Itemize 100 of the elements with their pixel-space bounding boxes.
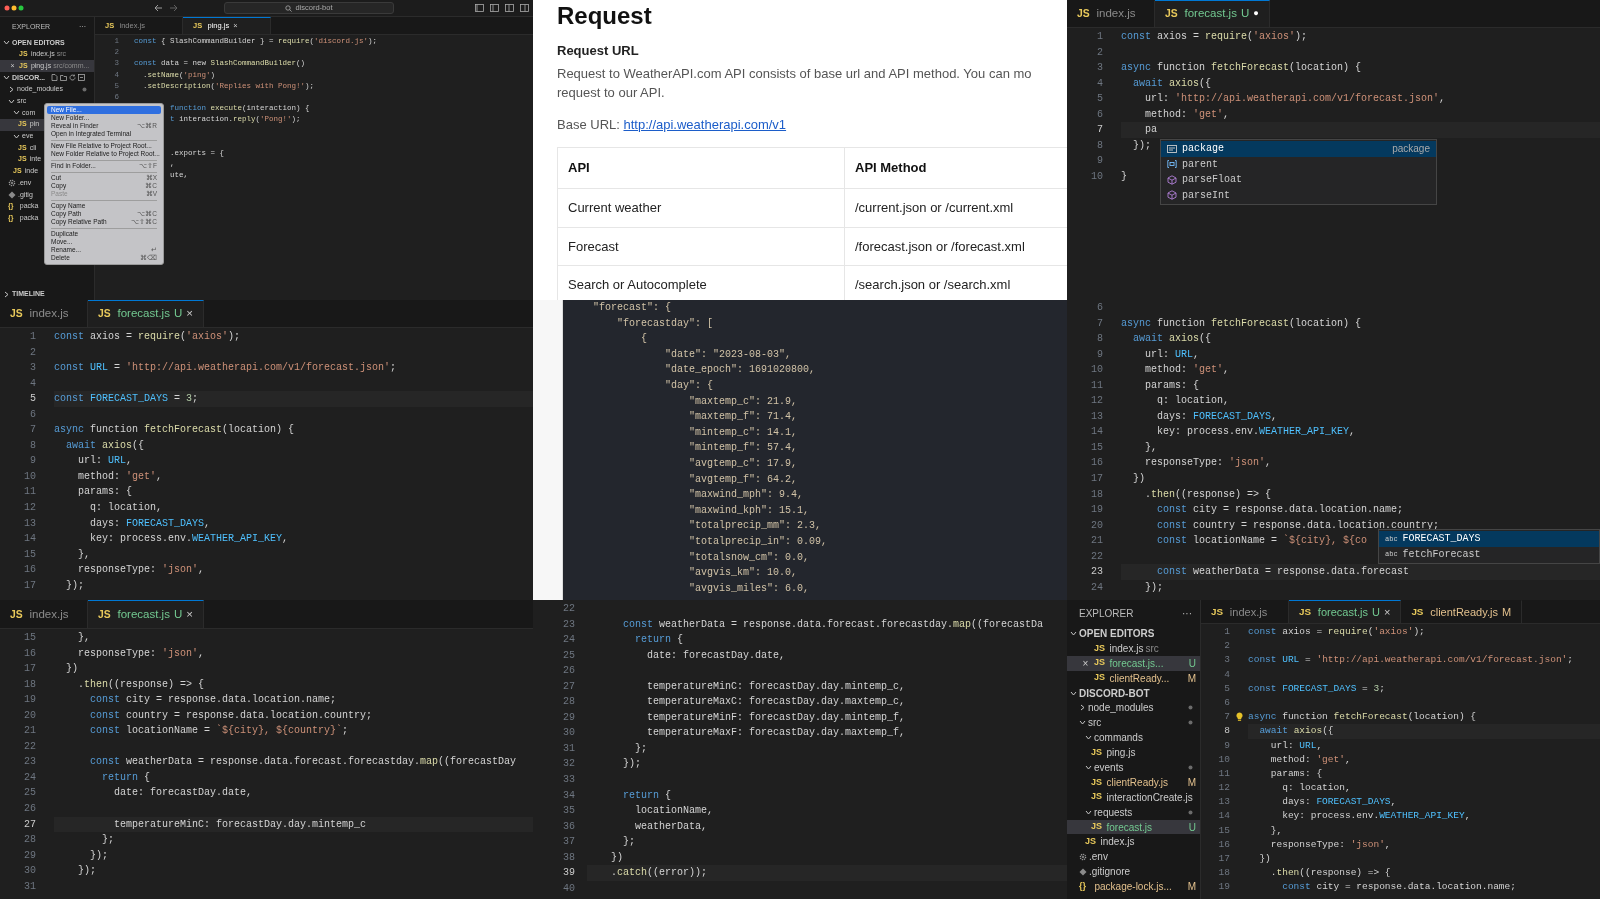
code-line: "maxtemp_f": 71.4,	[688, 410, 799, 425]
line-number: 4	[29, 376, 36, 391]
line-number: 35	[562, 804, 575, 819]
code-line: temperatureMinF: forecastDay.day.mintemp_f,	[646, 710, 906, 725]
code-line: }	[1121, 169, 1127, 184]
line-number: 3	[29, 361, 36, 376]
line-number: 14	[1217, 809, 1230, 824]
file-icon: JS	[1094, 656, 1108, 670]
code-line: const axios = require('axios');	[1248, 625, 1425, 639]
line-number: 23	[1090, 565, 1103, 580]
code-line: await axios({	[1132, 332, 1212, 347]
code-line: "totalprecip_mm": 2.3,	[688, 519, 823, 534]
code-line: "forecastday": [	[616, 316, 715, 331]
line-number: 19	[23, 693, 36, 708]
code-line: });	[77, 864, 96, 879]
code-line: },	[1144, 440, 1157, 455]
line-number: 30	[562, 726, 575, 741]
code-line: q: location,	[1281, 781, 1351, 796]
line-number: 15	[1217, 823, 1230, 838]
line-number: 10	[1090, 363, 1103, 378]
line-number: 11	[23, 485, 36, 500]
code-line: });	[89, 848, 108, 863]
line-number: 33	[562, 773, 575, 787]
code-line: },	[77, 631, 90, 645]
line-number: 9	[1223, 738, 1230, 753]
line-number: 28	[562, 695, 575, 710]
file-icon: JS	[10, 306, 26, 322]
file-icon: JS	[1091, 775, 1105, 790]
code-line: const country = response.data.location.country;	[89, 708, 373, 723]
line-number: 2	[1223, 639, 1230, 654]
code-line: {	[640, 332, 648, 347]
code-line: const axios = require('axios');	[1121, 30, 1308, 44]
line-number: 9	[1096, 347, 1103, 362]
code-line: temperatureMinC: forecastDay.day.mintemp_c,	[646, 679, 906, 694]
code-line: async function fetchForecast(location) {	[1121, 316, 1362, 331]
line-number: 26	[23, 802, 36, 816]
code-line: async function fetchForecast(location) {	[1121, 61, 1362, 76]
code-line: const URL = 'http://api.weatherapi.com/v1/forecast.json';	[54, 361, 397, 376]
line-number: 27	[23, 817, 36, 832]
line-number: 8	[1096, 332, 1103, 347]
code-line: weatherData,	[634, 819, 708, 834]
line-number: 29	[23, 848, 36, 863]
code-line: url: URL,	[77, 454, 133, 469]
table-cell: Forecast	[557, 227, 845, 266]
line-number: 18	[1090, 487, 1103, 502]
line-number: 10	[1090, 169, 1103, 184]
code-line: responseType: 'json',	[1269, 837, 1391, 852]
code-line: })	[1258, 852, 1271, 866]
line-number: 8	[1096, 138, 1103, 153]
file-icon: JS	[1085, 835, 1099, 849]
line-number: 13	[23, 516, 36, 531]
file-icon: JS	[98, 306, 114, 322]
line-number: 15	[23, 547, 36, 562]
code-line: params: {	[1269, 766, 1323, 781]
line-number: 15	[1090, 440, 1103, 455]
line-number: 23	[562, 617, 575, 632]
code-line: "maxtemp_c": 21.9,	[688, 394, 799, 409]
line-number: 11	[1217, 766, 1230, 781]
code-line: const city = response.data.location.name;	[1156, 503, 1404, 518]
line-number: 4	[1096, 76, 1103, 91]
line-number: 28	[23, 833, 36, 848]
line-number: 23	[23, 755, 36, 770]
line-number: 17	[23, 662, 36, 677]
code-line: responseType: 'json',	[77, 646, 205, 661]
line-number: 24	[23, 770, 36, 785]
code-line: "totalprecip_in": 0.09,	[688, 534, 829, 549]
line-number: 16	[23, 646, 36, 661]
code-line: const weatherData = response.data.forecast.forecastday.map((forecastDa	[622, 617, 1044, 632]
code-line: },	[1269, 823, 1283, 838]
code-line: responseType: 'json',	[77, 563, 205, 578]
file-icon: JS	[1094, 671, 1108, 685]
code-line: url: 'http://api.weatherapi.com/v1/forecast.json',	[1144, 92, 1446, 107]
code-line: method: 'get',	[77, 469, 163, 484]
line-number: 9	[29, 454, 36, 469]
code-line: "maxwind_mph": 9.4,	[688, 488, 805, 503]
line-number: 7	[1096, 316, 1103, 331]
code-line: const city = response.data.location.name;	[89, 693, 337, 708]
code-line: params: {	[1144, 378, 1199, 393]
line-number: 17	[1217, 852, 1230, 866]
code-line: days: FORECAST_DAYS,	[89, 516, 211, 531]
code-line: return {	[622, 788, 672, 803]
code-line: key: process.env.WEATHER_API_KEY,	[89, 532, 289, 547]
code-line: const city = response.data.location.name;	[1281, 880, 1516, 895]
line-number: 19	[1090, 503, 1103, 518]
line-number: 3	[1096, 61, 1103, 76]
file-icon: JS	[10, 606, 26, 623]
code-line: };	[634, 741, 647, 756]
code-line: .then((response) => {	[77, 677, 205, 692]
line-number: 8	[29, 438, 36, 453]
code-line: const weatherData = response.data.forecast.forecastday.map((forecastDay	[89, 755, 517, 770]
code-line: responseType: 'json',	[1144, 456, 1272, 471]
line-number: 17	[23, 578, 36, 593]
code-line: const locationName = `${city}, ${country}`;	[89, 724, 349, 739]
line-number: 12	[1217, 781, 1230, 796]
table-cell: Current weather	[557, 188, 845, 227]
line-number: 25	[23, 786, 36, 801]
code-line: .then((response) => {	[1144, 487, 1272, 502]
line-number: 27	[562, 679, 575, 694]
line-number: 5	[1096, 92, 1103, 107]
code-line: "avgtemp_c": 17.9,	[688, 456, 799, 471]
